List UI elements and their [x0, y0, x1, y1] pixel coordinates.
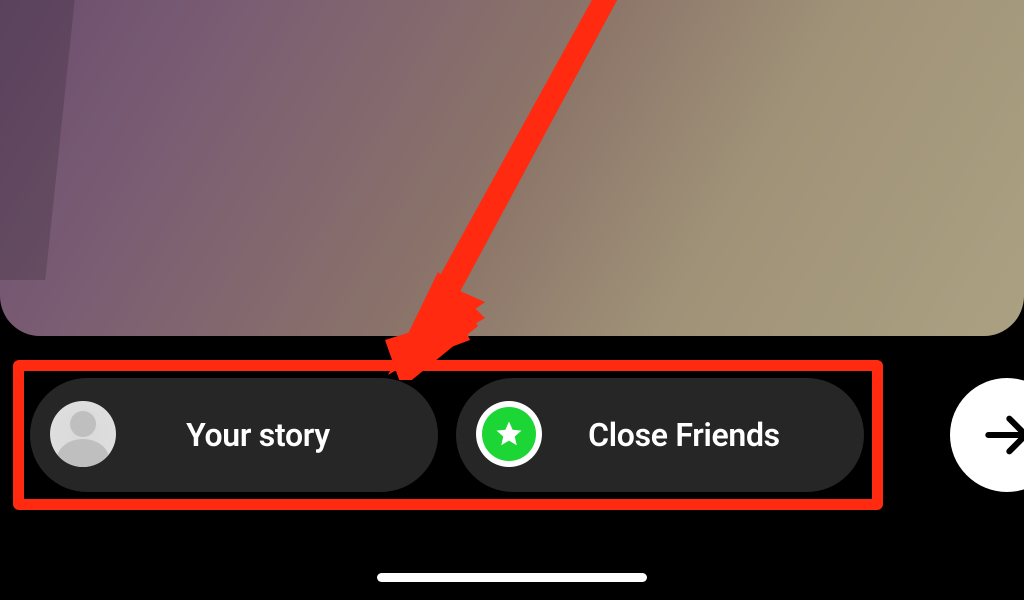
close-friends-button[interactable]: Close Friends [456, 378, 864, 492]
your-story-label: Your story [118, 416, 438, 454]
preview-edge-shadow [0, 0, 75, 280]
home-indicator[interactable] [377, 573, 647, 582]
next-button[interactable] [950, 378, 1024, 492]
star-icon [494, 419, 524, 449]
share-options-bar: Your story Close Friends [30, 378, 1004, 492]
close-friends-icon [476, 401, 544, 469]
arrow-right-icon [979, 407, 1024, 463]
close-friends-label: Close Friends [544, 416, 864, 454]
avatar-icon [50, 401, 118, 469]
your-story-button[interactable]: Your story [30, 378, 438, 492]
story-preview-area [0, 0, 1024, 336]
